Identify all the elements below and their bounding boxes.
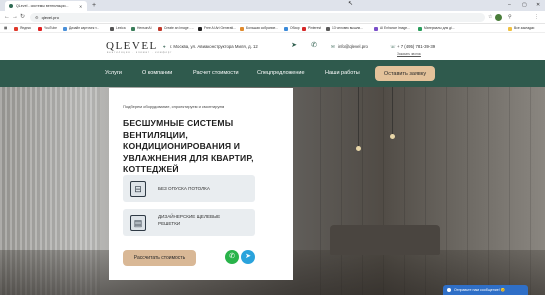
- bookmarks-bar: ▦ Яндекс YouTube Дизайн карточек т... Le…: [0, 24, 545, 33]
- ceiling-icon: ⊟: [130, 181, 146, 197]
- hero-lamp-bulb: [390, 134, 395, 139]
- bookmark-item[interactable]: Lexica: [110, 25, 126, 32]
- bookmark-item[interactable]: Материалы для дi...: [418, 25, 455, 32]
- reload-icon[interactable]: ↻: [20, 13, 25, 22]
- bookmark-item[interactable]: Pinterest: [302, 25, 321, 32]
- address-bar: ← → ↻ ⚙ qlevel.pro ☆ ⚲ ⋮: [0, 11, 545, 24]
- menu-icon[interactable]: ⋮: [534, 13, 539, 22]
- mail-icon: ✉: [331, 44, 335, 49]
- url-input[interactable]: ⚙ qlevel.pro: [30, 13, 485, 22]
- nav-item-about[interactable]: О компании: [142, 70, 172, 76]
- callback-link[interactable]: Заказать звонок: [397, 52, 421, 56]
- hero-subtitle: Подберем оборудование, спроектируем и см…: [123, 104, 225, 109]
- location-icon: ⌖: [163, 44, 166, 49]
- bookmark-item[interactable]: Большая собрание...: [240, 25, 278, 32]
- tab-title: QLevel - системы вентиляции...: [16, 4, 69, 8]
- telegram-icon[interactable]: ➤: [290, 42, 298, 50]
- bookmark-star-icon[interactable]: ☆: [488, 13, 492, 22]
- bookmark-item[interactable]: Create an Image - ...: [158, 25, 194, 32]
- hero-pendant-lamp: [358, 87, 359, 147]
- site-header: [0, 33, 545, 60]
- nav-item-special-offer[interactable]: Спецпредложение: [257, 70, 305, 76]
- email-link[interactable]: info@qlevel.pro: [338, 44, 368, 49]
- bookmark-item[interactable]: AI Enhance Image...: [374, 25, 410, 32]
- hero-title: БЕСШУМНЫЕ СИСТЕМЫ ВЕНТИЛЯЦИИ, КОНДИЦИОНИ…: [123, 118, 254, 174]
- bookmark-item[interactable]: YouTube: [38, 25, 57, 32]
- nav-item-services[interactable]: Услуги: [105, 70, 122, 76]
- phone-link[interactable]: + 7 (495) 781-39-39: [397, 44, 435, 49]
- hero-pendant-lamp: [392, 87, 393, 135]
- site-favicon-icon: [9, 4, 13, 8]
- site-info-icon[interactable]: ⚙: [35, 15, 39, 20]
- maximize-icon[interactable]: ▢: [522, 1, 527, 10]
- close-window-icon[interactable]: ✕: [536, 1, 540, 10]
- chat-label: Отправьте нам сообщение! 😊: [454, 288, 506, 292]
- grille-icon: ▤: [130, 215, 146, 231]
- hero-lamp-bulb: [356, 146, 361, 151]
- bookmark-item[interactable]: 13 человек вышли...: [326, 25, 363, 32]
- url-text: qlevel.pro: [41, 15, 59, 20]
- hero-sofa: [330, 225, 440, 255]
- calculate-cost-button[interactable]: Рассчитать стоимость: [123, 250, 196, 266]
- extensions-icon[interactable]: ⚲: [508, 13, 512, 22]
- leave-request-button[interactable]: Оставить заявку: [375, 66, 435, 81]
- nav-item-portfolio[interactable]: Наши работы: [325, 70, 360, 76]
- profile-avatar[interactable]: [495, 14, 502, 21]
- nav-item-pricing[interactable]: Расчет стоимости: [193, 70, 239, 76]
- whatsapp-icon[interactable]: ✆: [310, 42, 318, 50]
- back-icon[interactable]: ←: [4, 13, 10, 22]
- minimize-icon[interactable]: –: [508, 1, 511, 10]
- bookmark-item[interactable]: HensonAI: [131, 25, 151, 32]
- browser-tab-bar: QLevel - системы вентиляции... ✕ + – ▢ ✕: [0, 0, 545, 11]
- telegram-icon[interactable]: ➤: [241, 250, 255, 264]
- phone-icon: ☏: [390, 44, 396, 49]
- logo-tagline: вентиляция · климат · комфорт: [107, 51, 173, 54]
- bookmark-item[interactable]: Обзор: [284, 25, 300, 32]
- address-text: г. Москва, ул. Авиаконструктора Миля, д.…: [170, 44, 258, 49]
- browser-tab[interactable]: QLevel - системы вентиляции... ✕: [5, 1, 87, 11]
- new-tab-icon[interactable]: +: [92, 1, 96, 10]
- feature-label: ДИЗАЙНЕРСКИЕ ЩЕЛЕВЫЕ РЕШЕТКИ: [158, 214, 221, 226]
- apps-icon[interactable]: ▦: [4, 25, 7, 32]
- bookmark-item[interactable]: Free AI Art Generati...: [198, 25, 236, 32]
- whatsapp-icon[interactable]: ✆: [225, 250, 239, 264]
- close-icon[interactable]: ✕: [79, 4, 82, 9]
- chat-icon: [447, 288, 451, 292]
- mouse-cursor-icon: ↖: [348, 1, 354, 7]
- chat-widget[interactable]: Отправьте нам сообщение! 😊: [443, 285, 528, 295]
- feature-label: БЕЗ ОПУСКА ПОТОЛКА: [158, 186, 210, 191]
- bookmark-item[interactable]: Дизайн карточек т...: [63, 25, 99, 32]
- other-bookmarks[interactable]: Все закладки: [508, 25, 534, 32]
- forward-icon[interactable]: →: [12, 13, 18, 22]
- bookmark-item[interactable]: Яндекс: [14, 25, 31, 32]
